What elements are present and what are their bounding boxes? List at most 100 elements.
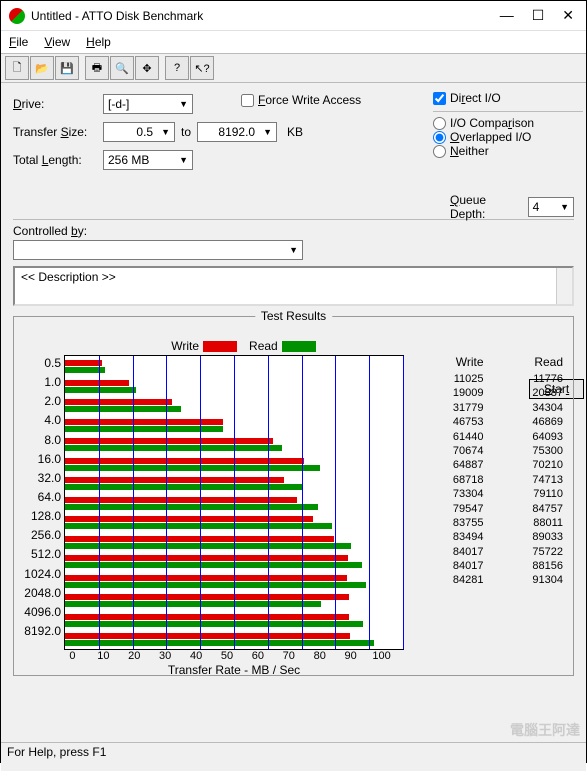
- read-bar: [65, 387, 136, 393]
- y-tick: 8192.0: [18, 624, 61, 638]
- transfer-from-combo[interactable]: 0.5▼: [103, 122, 175, 142]
- direct-io-input[interactable]: [433, 92, 446, 105]
- write-value: 31779: [410, 401, 484, 415]
- read-bar: [65, 465, 320, 471]
- y-tick: 32.0: [18, 471, 61, 485]
- write-bar: [65, 497, 297, 503]
- write-value: 79547: [410, 502, 484, 516]
- legend-read-label: Read: [249, 339, 278, 353]
- y-tick: 8.0: [18, 433, 61, 447]
- controlled-by-combo[interactable]: ▼: [13, 240, 303, 260]
- chart-plot: [64, 355, 404, 650]
- read-bar: [65, 484, 302, 490]
- force-write-label: Force Write Access: [258, 93, 361, 107]
- write-value: 70674: [410, 444, 484, 458]
- drive-combo[interactable]: [-d-]▼: [103, 94, 193, 114]
- write-bar: [65, 380, 129, 386]
- read-bar: [65, 543, 351, 549]
- read-value: 64093: [490, 430, 564, 444]
- test-results-group: Test Results Write Read 0.51.02.04.08.01…: [13, 316, 574, 676]
- y-tick: 256.0: [18, 528, 61, 542]
- y-tick: 128.0: [18, 509, 61, 523]
- menu-help[interactable]: Help: [86, 35, 111, 49]
- write-bar: [65, 360, 102, 366]
- read-value: 91304: [490, 573, 564, 587]
- app-icon: [9, 8, 25, 24]
- read-value: 75722: [490, 545, 564, 559]
- total-length-label: Total Length:: [13, 153, 103, 167]
- move-button[interactable]: ✥: [135, 56, 159, 80]
- io-comparison-radio[interactable]: I/O Comparison: [433, 116, 583, 130]
- write-value: 61440: [410, 430, 484, 444]
- read-bar: [65, 582, 366, 588]
- context-help-button[interactable]: ↖?: [190, 56, 214, 80]
- open-button[interactable]: 📂: [30, 56, 54, 80]
- print-button[interactable]: 🖶: [85, 56, 109, 80]
- controlled-by-label: Controlled by:: [13, 224, 574, 238]
- write-value: 46753: [410, 415, 484, 429]
- read-bar: [65, 640, 374, 646]
- scrollbar[interactable]: [556, 268, 572, 304]
- write-column-header: Write: [410, 355, 484, 369]
- chart-legend: Write Read: [0, 339, 569, 353]
- write-value: 84017: [410, 545, 484, 559]
- help-button[interactable]: ?: [165, 56, 189, 80]
- write-bar: [65, 438, 273, 444]
- write-value: 11025: [410, 372, 484, 386]
- read-value: 88156: [490, 559, 564, 573]
- write-value: 68718: [410, 473, 484, 487]
- title-bar: Untitled - ATTO Disk Benchmark — ☐ ✕: [1, 1, 586, 31]
- queue-depth-combo[interactable]: 4▼: [528, 197, 574, 217]
- to-label: to: [181, 125, 191, 139]
- total-length-combo[interactable]: 256 MB▼: [103, 150, 193, 170]
- menu-file[interactable]: File: [9, 35, 28, 49]
- direct-io-checkbox[interactable]: Direct I/O: [433, 91, 583, 105]
- y-tick: 64.0: [18, 490, 61, 504]
- status-bar: For Help, press F1: [1, 742, 586, 762]
- read-bar: [65, 504, 318, 510]
- write-value: 19009: [410, 386, 484, 400]
- save-button[interactable]: 💾: [55, 56, 79, 80]
- y-tick: 4096.0: [18, 605, 61, 619]
- legend-write-swatch: [203, 341, 237, 352]
- menu-bar: File View Help: [1, 31, 586, 53]
- transfer-to-combo[interactable]: 8192.0▼: [197, 122, 277, 142]
- preview-button[interactable]: 🔍: [110, 56, 134, 80]
- write-value: 83494: [410, 530, 484, 544]
- force-write-input[interactable]: [241, 94, 254, 107]
- y-tick: 0.5: [18, 356, 61, 370]
- read-value: 89033: [490, 530, 564, 544]
- write-bar: [65, 516, 313, 522]
- write-value: 84017: [410, 559, 484, 573]
- new-button[interactable]: 🗋: [5, 56, 29, 80]
- write-bar: [65, 399, 172, 405]
- write-bar: [65, 594, 349, 600]
- neither-radio[interactable]: Neither: [433, 144, 583, 158]
- window-title: Untitled - ATTO Disk Benchmark: [31, 9, 500, 23]
- read-column-header: Read: [490, 355, 564, 369]
- read-value: 46869: [490, 415, 564, 429]
- read-value: 88011: [490, 516, 564, 530]
- write-value: 64887: [410, 458, 484, 472]
- read-bar: [65, 562, 362, 568]
- force-write-checkbox[interactable]: Force Write Access: [241, 93, 361, 107]
- read-value: 20887: [490, 386, 564, 400]
- read-bar: [65, 601, 321, 607]
- description-box[interactable]: << Description >>: [13, 266, 574, 306]
- read-bar: [65, 621, 363, 627]
- minimize-button[interactable]: —: [500, 7, 514, 24]
- maximize-button[interactable]: ☐: [532, 7, 545, 24]
- direct-io-label: Direct I/O: [450, 91, 501, 105]
- read-value: 74713: [490, 473, 564, 487]
- read-value: 70210: [490, 458, 564, 472]
- overlapped-io-radio[interactable]: Overlapped I/O: [433, 130, 583, 144]
- y-tick: 1.0: [18, 375, 61, 389]
- kb-label: KB: [287, 125, 303, 139]
- menu-view[interactable]: View: [44, 35, 70, 49]
- write-bar: [65, 614, 349, 620]
- close-button[interactable]: ✕: [562, 7, 574, 24]
- results-title: Test Results: [255, 309, 332, 323]
- read-value: 84757: [490, 502, 564, 516]
- write-bar: [65, 633, 350, 639]
- transfer-size-label: Transfer Size:: [13, 125, 103, 139]
